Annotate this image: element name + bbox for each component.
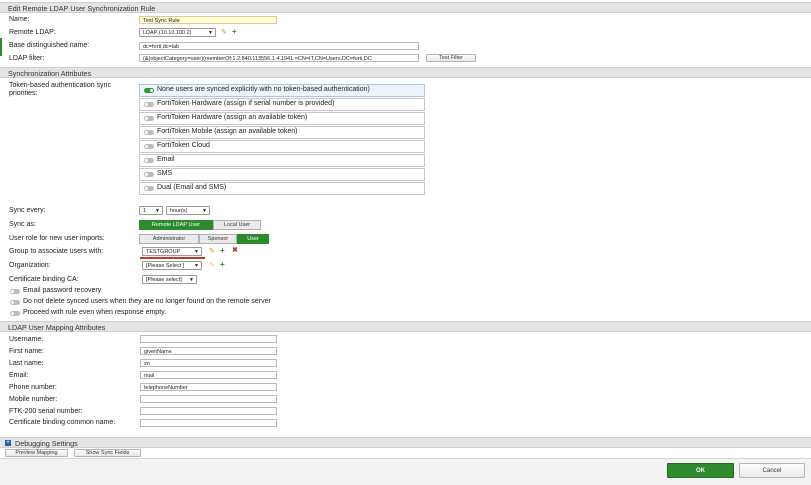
chevron-down-icon: ▼ — [194, 249, 199, 255]
base-dn-input[interactable]: dc=forti,dc=lab — [139, 42, 419, 50]
role-administrator[interactable]: Administrator — [139, 234, 199, 244]
add-group-icon[interactable]: + — [220, 247, 225, 255]
role-sponsor[interactable]: Sponsor — [199, 234, 237, 244]
priority-item-email[interactable]: Email — [139, 154, 425, 167]
name-input[interactable]: Test Sync Rule — [139, 16, 277, 24]
mapping-section-header: LDAP User Mapping Attributes — [0, 321, 811, 332]
chevron-down-icon: ▼ — [202, 208, 207, 214]
mapping-input-username[interactable] — [140, 335, 277, 343]
toggle-off-icon[interactable] — [144, 158, 154, 163]
edit-organization-icon[interactable]: ✎ — [209, 261, 215, 269]
edit-section-header: Edit Remote LDAP User Synchronization Ru… — [0, 2, 811, 13]
toggle-off-icon[interactable] — [144, 144, 154, 149]
ldap-filter-input[interactable]: (&(objectCategory=user)(memberOf:1.2.840… — [139, 54, 419, 62]
chevron-down-icon: ▼ — [155, 208, 160, 214]
add-organization-icon[interactable]: + — [220, 261, 225, 269]
toggle-off-icon[interactable] — [144, 102, 154, 107]
expand-plus-icon[interactable]: + — [5, 440, 11, 446]
name-label: Name: — [9, 16, 30, 23]
mapping-label-cert-cn: Certificate binding common name: — [9, 419, 116, 426]
mapping-label-phone: Phone number: — [9, 384, 57, 391]
remove-group-icon[interactable]: ✖ — [232, 247, 238, 255]
sync-every-unit-select[interactable]: hour(s) ▼ — [166, 206, 210, 215]
mapping-input-first-name[interactable]: givenName — [140, 347, 277, 355]
chevron-down-icon: ▼ — [194, 263, 199, 269]
mapping-input-email[interactable]: mail — [140, 371, 277, 379]
do-not-delete-label: Do not delete synced users when they are… — [23, 298, 271, 305]
sync-every-label: Sync every: — [9, 207, 46, 214]
add-remote-ldap-icon[interactable]: + — [232, 28, 237, 36]
toggle-off-icon[interactable] — [144, 172, 154, 177]
cert-ca-label: Certificate binding CA: — [9, 276, 79, 283]
group-highlight-underline — [140, 257, 205, 259]
mapping-input-mobile[interactable] — [140, 395, 277, 403]
edit-remote-ldap-icon[interactable]: ✎ — [221, 28, 227, 36]
preview-mapping-button[interactable]: Preview Mapping — [5, 449, 68, 457]
toggle-off-icon[interactable] — [10, 311, 20, 316]
group-select[interactable]: TESTGROUP ▼ — [142, 247, 202, 256]
mapping-label-mobile: Mobile number: — [9, 396, 58, 403]
role-user[interactable]: User — [237, 234, 269, 244]
priority-item-dual[interactable]: Dual (Email and SMS) — [139, 182, 425, 195]
sync-priorities-label: Token-based authentication sync prioriti… — [9, 82, 111, 97]
toggle-off-icon[interactable] — [10, 289, 20, 294]
priority-item-fortitoken-mobile[interactable]: FortiToken Mobile (assign an available t… — [139, 126, 425, 139]
mapping-label-username: Username: — [9, 336, 44, 343]
remote-ldap-select[interactable]: LDAP (10.10.100.2) ▼ — [139, 28, 216, 37]
sync-as-remote-ldap-user[interactable]: Remote LDAP User — [139, 220, 213, 230]
ldap-filter-label: LDAP filter: — [9, 55, 45, 62]
email-password-recovery-label: Email password recovery — [23, 287, 102, 294]
priority-item-sms[interactable]: SMS — [139, 168, 425, 181]
sync-attributes-header: Synchronization Attributes — [0, 67, 811, 78]
mapping-label-last-name: Last name: — [9, 360, 44, 367]
chevron-down-icon: ▼ — [208, 30, 213, 36]
cert-ca-select[interactable]: [Please select] ▼ — [142, 275, 197, 284]
test-filter-button[interactable]: Test Filter — [426, 54, 476, 62]
priority-item-fortitoken-hw-available[interactable]: FortiToken Hardware (assign an available… — [139, 112, 425, 125]
toggle-off-icon[interactable] — [144, 130, 154, 135]
mapping-label-email: Email: — [9, 372, 29, 379]
edit-group-icon[interactable]: ✎ — [209, 247, 215, 255]
debugging-section-header[interactable]: + Debugging Settings — [0, 437, 811, 448]
toggle-off-icon[interactable] — [10, 300, 20, 305]
group-label: Group to associate users with: — [9, 248, 104, 255]
show-sync-fields-button[interactable]: Show Sync Fields — [74, 449, 141, 457]
sync-as-label: Sync as: — [9, 221, 36, 228]
mapping-input-cert-cn[interactable] — [140, 419, 277, 427]
toggle-off-icon[interactable] — [144, 116, 154, 121]
proceed-empty-label: Proceed with rule even when response emp… — [23, 309, 167, 316]
ok-button[interactable]: OK — [667, 463, 734, 478]
base-dn-label: Base distinguished name: — [9, 42, 90, 49]
mapping-label-ftk200: FTK-200 serial number: — [9, 408, 83, 415]
mapping-label-first-name: First name: — [9, 348, 45, 355]
priority-item-fortitoken-cloud[interactable]: FortiToken Cloud — [139, 140, 425, 153]
organization-select[interactable]: [Please Select ] ▼ — [142, 261, 202, 270]
toggle-on-icon[interactable] — [144, 88, 154, 93]
organization-label: Organization: — [9, 262, 51, 269]
sync-as-local-user[interactable]: Local User — [213, 220, 261, 230]
user-role-label: User role for new user imports: — [9, 235, 105, 242]
focus-indicator — [0, 38, 2, 56]
mapping-input-phone[interactable]: telephoneNumber — [140, 383, 277, 391]
chevron-down-icon: ▼ — [189, 277, 194, 283]
priority-item-fortitoken-hw-serial[interactable]: FortiToken Hardware (assign if serial nu… — [139, 98, 425, 111]
toggle-off-icon[interactable] — [144, 186, 154, 191]
mapping-input-ftk200[interactable] — [140, 407, 277, 415]
sync-every-select[interactable]: 1 ▼ — [139, 206, 163, 215]
cancel-button[interactable]: Cancel — [739, 463, 805, 478]
mapping-input-last-name[interactable]: sn — [140, 359, 277, 367]
priority-item-none[interactable]: None users are synced explicitly with no… — [139, 84, 425, 97]
remote-ldap-label: Remote LDAP: — [9, 29, 56, 36]
